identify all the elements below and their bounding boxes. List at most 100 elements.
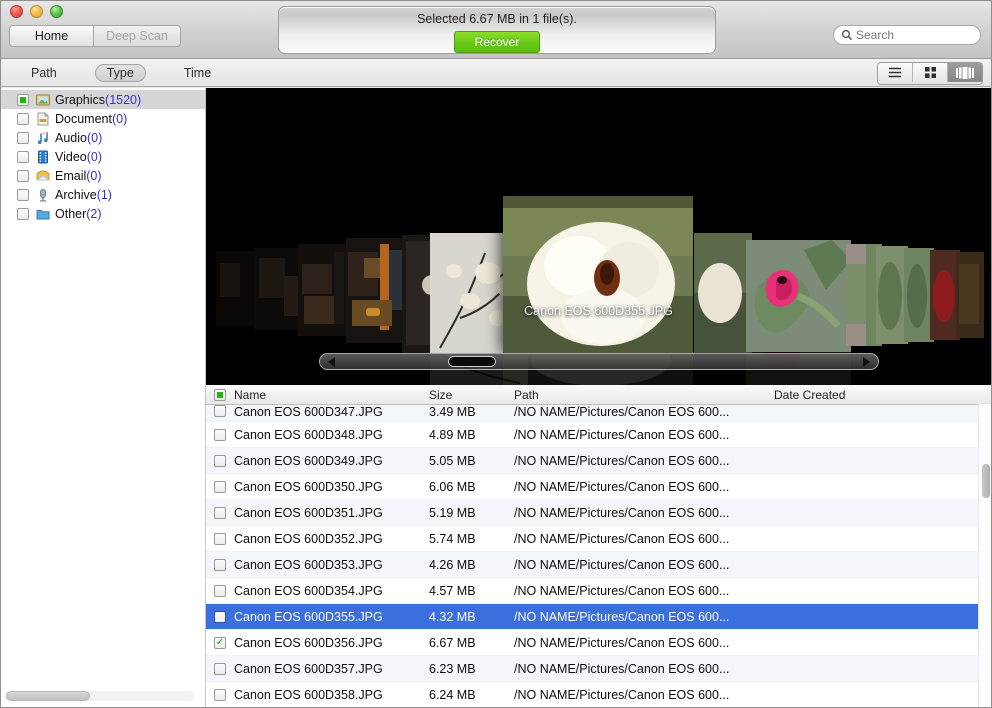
cell-name: Canon EOS 600D350.JPG bbox=[234, 479, 383, 494]
filter-tab-type[interactable]: Type bbox=[94, 64, 146, 82]
coverflow-scrollbar[interactable] bbox=[319, 353, 879, 370]
column-header-size[interactable]: Size bbox=[429, 388, 514, 402]
row-checkbox[interactable]: ✓ bbox=[214, 454, 226, 467]
sidebar-item-document[interactable]: Document (0) bbox=[1, 109, 205, 128]
video-checkbox[interactable] bbox=[17, 150, 29, 163]
table-row[interactable]: ✓ Canon EOS 600D354.JPG 4.57 MB /NO NAME… bbox=[206, 578, 991, 604]
table-row[interactable]: ✓ Canon EOS 600D348.JPG 4.89 MB /NO NAME… bbox=[206, 422, 991, 448]
table-row[interactable]: ✓ Canon EOS 600D351.JPG 5.19 MB /NO NAME… bbox=[206, 500, 991, 526]
coverflow-thumb-current[interactable] bbox=[503, 196, 693, 354]
thumb-image-white-rose bbox=[503, 196, 693, 354]
audio-checkbox[interactable] bbox=[17, 131, 29, 144]
sidebar-item-email[interactable]: Email (0) bbox=[1, 166, 205, 185]
left-arrow-icon bbox=[328, 356, 335, 367]
table-row-selected[interactable]: ✓ Canon EOS 600D355.JPG 4.32 MB /NO NAME… bbox=[206, 604, 991, 630]
coverflow-thumb-tulip[interactable] bbox=[746, 240, 851, 352]
sidebar-item-other[interactable]: Other (2) bbox=[1, 204, 205, 223]
sidebar-count-audio: (0) bbox=[86, 130, 103, 145]
thumb-image-pink-tulip bbox=[746, 240, 851, 352]
file-list-vertical-scrollbar[interactable] bbox=[978, 404, 991, 707]
row-checkbox[interactable]: ✓ bbox=[214, 506, 226, 519]
cell-name: Canon EOS 600D347.JPG bbox=[234, 405, 383, 419]
list-icon bbox=[889, 67, 901, 78]
sidebar-item-video[interactable]: Video (0) bbox=[1, 147, 205, 166]
application-window: Home Deep Scan Selected 6.67 MB in 1 fil… bbox=[0, 0, 992, 708]
table-row[interactable]: ✓ Canon EOS 600D350.JPG 6.06 MB /NO NAME… bbox=[206, 474, 991, 500]
archive-checkbox[interactable] bbox=[17, 188, 29, 201]
document-checkbox[interactable] bbox=[17, 112, 29, 125]
minimize-button[interactable] bbox=[30, 5, 43, 18]
row-checkbox[interactable]: ✓ bbox=[214, 558, 226, 571]
sidebar-horizontal-scrollbar[interactable] bbox=[5, 691, 195, 701]
filter-tab-path[interactable]: Path bbox=[19, 64, 69, 82]
column-header-name[interactable]: Name bbox=[234, 388, 429, 402]
document-icon bbox=[37, 111, 50, 125]
table-row[interactable]: ✓ Canon EOS 600D352.JPG 5.74 MB /NO NAME… bbox=[206, 526, 991, 552]
row-checkbox[interactable]: ✓ bbox=[214, 532, 226, 545]
cell-path: /NO NAME/Pictures/Canon EOS 600... bbox=[514, 557, 730, 572]
scrollbar-thumb[interactable] bbox=[982, 464, 990, 498]
email-checkbox[interactable] bbox=[17, 169, 29, 182]
table-row[interactable]: ✓ Canon EOS 600D356.JPG 6.67 MB /NO NAME… bbox=[206, 630, 991, 656]
row-checkbox[interactable]: ✓ bbox=[214, 405, 226, 417]
column-header-path[interactable]: Path bbox=[514, 388, 774, 402]
thumb-image-foliage bbox=[694, 233, 752, 353]
cell-size: 5.19 MB bbox=[429, 505, 476, 520]
table-row[interactable]: ✓ Canon EOS 600D353.JPG 4.26 MB /NO NAME… bbox=[206, 552, 991, 578]
scroll-left-arrow[interactable] bbox=[322, 355, 342, 368]
row-checkbox[interactable]: ✓ bbox=[214, 688, 226, 701]
sidebar-count-archive: (1) bbox=[96, 187, 112, 202]
coverflow-scroll-thumb[interactable] bbox=[448, 356, 496, 367]
scroll-right-arrow[interactable] bbox=[856, 355, 876, 368]
other-checkbox[interactable] bbox=[17, 207, 29, 220]
cell-path: /NO NAME/Pictures/Canon EOS 600... bbox=[514, 687, 730, 702]
table-row[interactable]: ✓ Canon EOS 600D347.JPG 3.49 MB /NO NAME… bbox=[206, 405, 991, 422]
row-checkbox[interactable]: ✓ bbox=[214, 662, 226, 675]
cell-path: /NO NAME/Pictures/Canon EOS 600... bbox=[514, 505, 730, 520]
row-checkbox[interactable]: ✓ bbox=[214, 584, 226, 597]
table-row[interactable]: ✓ Canon EOS 600D349.JPG 5.05 MB /NO NAME… bbox=[206, 448, 991, 474]
sidebar-item-audio[interactable]: Audio (0) bbox=[1, 128, 205, 147]
scrollbar-thumb[interactable] bbox=[6, 691, 90, 701]
row-checkbox[interactable]: ✓ bbox=[214, 610, 226, 623]
select-all-checkbox[interactable] bbox=[214, 388, 226, 401]
close-button[interactable] bbox=[10, 5, 23, 18]
cell-path: /NO NAME/Pictures/Canon EOS 600... bbox=[514, 635, 730, 650]
filter-tab-time[interactable]: Time bbox=[172, 64, 223, 82]
cell-name: Canon EOS 600D348.JPG bbox=[234, 427, 383, 442]
cell-path: /NO NAME/Pictures/Canon EOS 600... bbox=[514, 583, 730, 598]
list-view-button[interactable] bbox=[878, 63, 913, 82]
coverflow-preview[interactable]: Canon EOS 600D355.JPG bbox=[206, 88, 991, 385]
cell-path: /NO NAME/Pictures/Canon EOS 600... bbox=[514, 405, 730, 419]
coverflow-thumb-next-1[interactable] bbox=[694, 233, 752, 353]
graphics-checkbox[interactable] bbox=[17, 93, 29, 106]
cell-size: 5.05 MB bbox=[429, 453, 476, 468]
cell-size: 6.24 MB bbox=[429, 687, 476, 702]
table-row[interactable]: ✓ Canon EOS 600D357.JPG 6.23 MB /NO NAME… bbox=[206, 656, 991, 682]
sidebar-item-graphics[interactable]: Graphics (1520) bbox=[1, 90, 205, 109]
home-button[interactable]: Home bbox=[9, 25, 94, 47]
cell-size: 6.67 MB bbox=[429, 635, 476, 650]
sidebar-label-audio: Audio bbox=[55, 130, 87, 145]
deep-scan-button[interactable]: Deep Scan bbox=[94, 25, 181, 47]
table-row[interactable]: ✓ Canon EOS 600D358.JPG 6.24 MB /NO NAME… bbox=[206, 682, 991, 707]
sidebar-count-email: (0) bbox=[86, 168, 102, 183]
coverflow-thumb-next-7[interactable] bbox=[956, 252, 984, 338]
sidebar-item-archive[interactable]: Archive (1) bbox=[1, 185, 205, 204]
zoom-button[interactable] bbox=[50, 5, 63, 18]
row-checkbox[interactable]: ✓ bbox=[214, 428, 226, 441]
icon-view-button[interactable] bbox=[913, 63, 948, 82]
category-sidebar: Graphics (1520) Document (0) Audio (0) V… bbox=[1, 88, 206, 707]
row-checkbox[interactable]: ✓ bbox=[214, 480, 226, 493]
cell-size: 4.26 MB bbox=[429, 557, 476, 572]
title-bar: Home Deep Scan Selected 6.67 MB in 1 fil… bbox=[1, 1, 991, 59]
column-header-date-created[interactable]: Date Created bbox=[774, 388, 924, 402]
file-list-rows: ✓ Canon EOS 600D347.JPG 3.49 MB /NO NAME… bbox=[206, 405, 991, 707]
cell-name: Canon EOS 600D351.JPG bbox=[234, 505, 383, 520]
sidebar-label-document: Document bbox=[55, 111, 112, 126]
coverflow-view-button[interactable] bbox=[948, 63, 982, 82]
cell-name: Canon EOS 600D357.JPG bbox=[234, 661, 383, 676]
row-checkbox-checked[interactable]: ✓ bbox=[214, 636, 226, 649]
recover-button[interactable]: Recover bbox=[454, 31, 540, 53]
search-field[interactable]: Search bbox=[833, 25, 981, 45]
